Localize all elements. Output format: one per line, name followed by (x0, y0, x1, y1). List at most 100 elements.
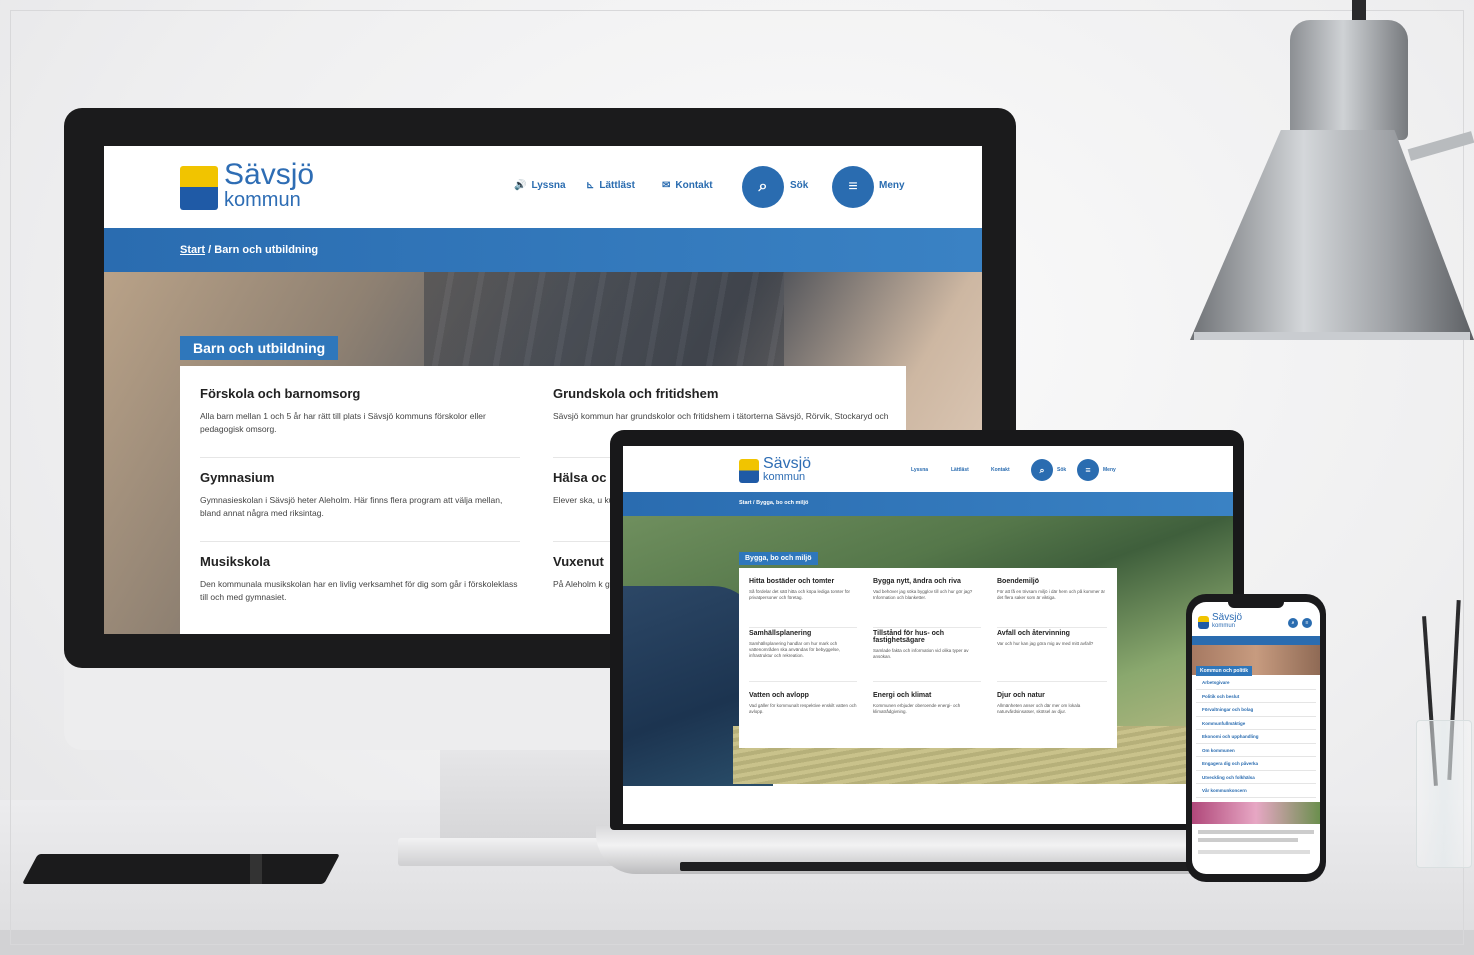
card-title[interactable]: Tillstånd för hus- och fastighetsägare (873, 630, 981, 644)
phone-menu-item[interactable]: Om kommunen (1196, 744, 1316, 757)
card-title[interactable]: Bygga nytt, ändra och riva (873, 578, 981, 585)
phone-menu-item[interactable]: Arbetsgivare (1196, 676, 1316, 690)
card-text: Var och hur kan jag göra mig av med mitt… (997, 641, 1094, 646)
section-title: Kommun och politik (1196, 666, 1253, 676)
contact-link[interactable]: Kontakt (991, 467, 1010, 473)
hamburger-icon: ≡ (1085, 465, 1091, 475)
card-title[interactable]: Grundskola och fritidshem (553, 386, 893, 401)
card-title[interactable]: Hitta bostäder och tomter (749, 578, 857, 585)
card[interactable]: Gymnasium Gymnasieskolan i Sävsjö heter … (200, 470, 520, 542)
card[interactable]: Musikskola Den kommunala musikskolan har… (200, 554, 520, 626)
menu-button[interactable]: ≡ (1302, 618, 1312, 628)
card-text: Allmänheten anser och där mer om lokala … (997, 703, 1081, 714)
breadcrumb-home[interactable]: Start (180, 244, 205, 256)
card-text: Sävsjö kommun har grundskolor och fritid… (553, 411, 889, 421)
breadcrumb-bar: Start / Bygga, bo och miljö (623, 492, 1233, 516)
listen-link[interactable]: 🔊 Lyssna (514, 180, 566, 191)
speaker-icon: 🔊 (514, 180, 527, 191)
card[interactable]: Hitta bostäder och tomter Så fördelar det… (749, 578, 857, 628)
logo-shield-icon[interactable] (1198, 616, 1209, 629)
logo-top[interactable]: Sävsjö (1212, 613, 1242, 623)
easy-read-link[interactable]: Lättläst (951, 467, 969, 473)
card-title[interactable]: Musikskola (200, 554, 520, 569)
search-button[interactable]: ⌕ (1288, 618, 1298, 628)
breadcrumb-bar (1192, 636, 1320, 645)
mail-icon: ✉ (662, 180, 671, 191)
notebook-band (250, 854, 262, 884)
phone-screen: Sävsjö kommun ⌕ ≡ Kommun och politik Arb… (1192, 602, 1320, 874)
breadcrumb: Start / Barn och utbildning (180, 244, 318, 256)
card-text: Vad gäller för kommunalt respektive ensk… (749, 703, 857, 714)
card-title[interactable]: Energi och klimat (873, 692, 981, 699)
card[interactable]: Förskola och barnomsorg Alla barn mellan… (200, 386, 520, 458)
phone-menu-item[interactable]: Kommunfullmäktige (1196, 717, 1316, 730)
card[interactable]: Bygga nytt, ändra och riva Vad behöver ja… (873, 578, 981, 628)
breadcrumb[interactable]: Start / Bygga, bo och miljö (739, 500, 808, 506)
card[interactable]: Vatten och avlopp Vad gäller för kommunal… (749, 692, 857, 740)
search-label[interactable]: Sök (1057, 467, 1066, 473)
desk-edge (0, 930, 1474, 955)
lamp-rim (1194, 332, 1470, 340)
card-title[interactable]: Samhällsplanering (749, 630, 857, 637)
lamp-neck (1290, 20, 1408, 140)
flower-image (1192, 802, 1320, 824)
breadcrumb-current: Barn och utbildning (214, 244, 319, 256)
logo-bottom[interactable]: kommun (763, 472, 805, 483)
contact-link[interactable]: ✉ Kontakt (662, 180, 713, 191)
card-text: För att få en trivsam miljö i där hem oc… (997, 589, 1106, 600)
card-title[interactable]: Djur och natur (997, 692, 1107, 699)
card-text: Samlade fakta och information vid olika … (873, 648, 969, 659)
hamburger-icon: ≡ (848, 178, 858, 195)
listen-link[interactable]: Lyssna (911, 467, 928, 473)
text-line (1198, 838, 1298, 842)
lamp-shade (1190, 130, 1474, 340)
menu-label[interactable]: Meny (1103, 467, 1116, 473)
logo-shield-icon[interactable] (739, 459, 759, 483)
logo-bottom[interactable]: kommun (224, 190, 301, 210)
easy-read-link[interactable]: ⊾ Lättläst (586, 180, 635, 191)
card[interactable]: Boendemiljö För att få en trivsam miljö i… (997, 578, 1107, 628)
glass (1416, 720, 1472, 868)
card-title[interactable]: Avfall och återvinning (997, 630, 1107, 637)
card-title[interactable]: Gymnasium (200, 470, 520, 485)
search-label[interactable]: Sök (790, 180, 808, 191)
card-title[interactable]: Vatten och avlopp (749, 692, 857, 699)
menu-button[interactable]: ≡ (832, 166, 874, 208)
hamburger-icon: ≡ (1305, 620, 1309, 626)
section-title: Bygga, bo och miljö (739, 552, 818, 565)
easy-read-label: Lättläst (599, 180, 635, 191)
phone-menu-item[interactable]: Vår kommunkoncern (1196, 784, 1316, 798)
search-icon: ⌕ (1291, 620, 1295, 626)
card-text: Vad behöver jag söka bygglov till och hu… (873, 589, 973, 600)
search-icon: ⌕ (1039, 464, 1045, 475)
section-title: Barn och utbildning (180, 336, 339, 360)
menu-button[interactable]: ≡ (1077, 459, 1099, 481)
logo-top[interactable]: Sävsjö (224, 160, 314, 190)
phone-menu-list: Arbetsgivare Politik och beslut Förvaltnin… (1196, 676, 1316, 798)
logo-bottom[interactable]: kommun (1212, 623, 1235, 629)
card-title[interactable]: Boendemiljö (997, 578, 1107, 585)
phone-menu-item[interactable]: Engagera dig och påverka (1196, 757, 1316, 771)
card-text: Kommunen erbjuder oberoende energi- och … (873, 703, 961, 714)
card[interactable]: Djur och natur Allmänheten anser och där … (997, 692, 1107, 740)
logo-shield-icon[interactable] (180, 166, 218, 210)
card-title[interactable]: Förskola och barnomsorg (200, 386, 520, 401)
menu-label[interactable]: Meny (879, 180, 905, 191)
card[interactable]: Tillstånd för hus- och fastighetsägare Sa… (873, 630, 981, 682)
lamp-arm (1407, 131, 1474, 161)
phone-menu-item[interactable]: Utveckling och folkhälsa (1196, 771, 1316, 784)
phone-menu-item[interactable]: Förvaltningar och bolag (1196, 703, 1316, 717)
phone-menu-item[interactable]: Ekonomi och upphandling (1196, 730, 1316, 744)
search-button[interactable]: ⌕ (742, 166, 784, 208)
breadcrumb-bar: Start / Barn och utbildning (104, 228, 982, 272)
notebook (22, 854, 340, 884)
card-text: Gymnasieskolan i Sävsjö heter Aleholm. H… (200, 495, 503, 518)
logo-top[interactable]: Sävsjö (763, 456, 811, 472)
card[interactable]: Energi och klimat Kommunen erbjuder obero… (873, 692, 981, 740)
search-button[interactable]: ⌕ (1031, 459, 1053, 481)
card[interactable]: Samhällsplanering Samhällsplanering handl… (749, 630, 857, 682)
phone-menu-item[interactable]: Politik och beslut (1196, 690, 1316, 703)
contact-label: Kontakt (675, 180, 713, 191)
card[interactable]: Avfall och återvinning Var och hur kan ja… (997, 630, 1107, 682)
phone-notch (1228, 600, 1284, 608)
